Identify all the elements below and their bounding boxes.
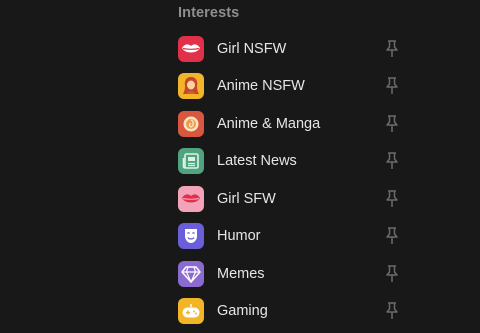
pin-icon[interactable] <box>382 38 402 60</box>
list-item-memes[interactable]: Memes <box>170 255 420 293</box>
list-item-anime-nsfw[interactable]: Anime NSFW <box>170 68 420 106</box>
list-item-label: Anime & Manga <box>217 115 321 132</box>
list-item-label: Latest News <box>217 153 297 170</box>
diamond-icon <box>178 260 204 287</box>
newspaper-icon <box>178 148 204 175</box>
list-item-label: Anime NSFW <box>217 78 305 95</box>
list-item-humor[interactable]: Humor <box>170 218 420 256</box>
gamepad-icon <box>178 298 204 325</box>
lips-icon <box>178 185 204 212</box>
list-item-girl-nsfw[interactable]: Girl NSFW <box>170 30 420 68</box>
list-item-gaming[interactable]: Gaming <box>170 293 420 331</box>
list-item-label: Humor <box>217 228 261 245</box>
pin-icon[interactable] <box>382 300 402 322</box>
pin-icon[interactable] <box>382 113 402 135</box>
list-item-girl-sfw[interactable]: Girl SFW <box>170 180 420 218</box>
section-title: Interests <box>178 5 240 21</box>
pin-icon[interactable] <box>382 150 402 172</box>
pin-icon[interactable] <box>382 75 402 97</box>
lips-icon <box>178 35 204 62</box>
pin-icon[interactable] <box>382 225 402 247</box>
pin-icon[interactable] <box>382 263 402 285</box>
sushi-icon <box>178 110 204 137</box>
list-item-latest-news[interactable]: Latest News <box>170 143 420 181</box>
list-item-label: Gaming <box>217 303 268 320</box>
anime-girl-icon <box>178 73 204 100</box>
pin-icon[interactable] <box>382 188 402 210</box>
list-item-label: Girl SFW <box>217 190 276 207</box>
interests-panel: Interests Girl NSFW Anime NSFW Anime & M… <box>0 0 480 333</box>
mask-icon <box>178 223 204 250</box>
interests-list: Girl NSFW Anime NSFW Anime & Manga Lates… <box>170 30 420 330</box>
list-item-label: Girl NSFW <box>217 40 287 57</box>
list-item-anime-manga[interactable]: Anime & Manga <box>170 105 420 143</box>
list-item-label: Memes <box>217 265 265 282</box>
